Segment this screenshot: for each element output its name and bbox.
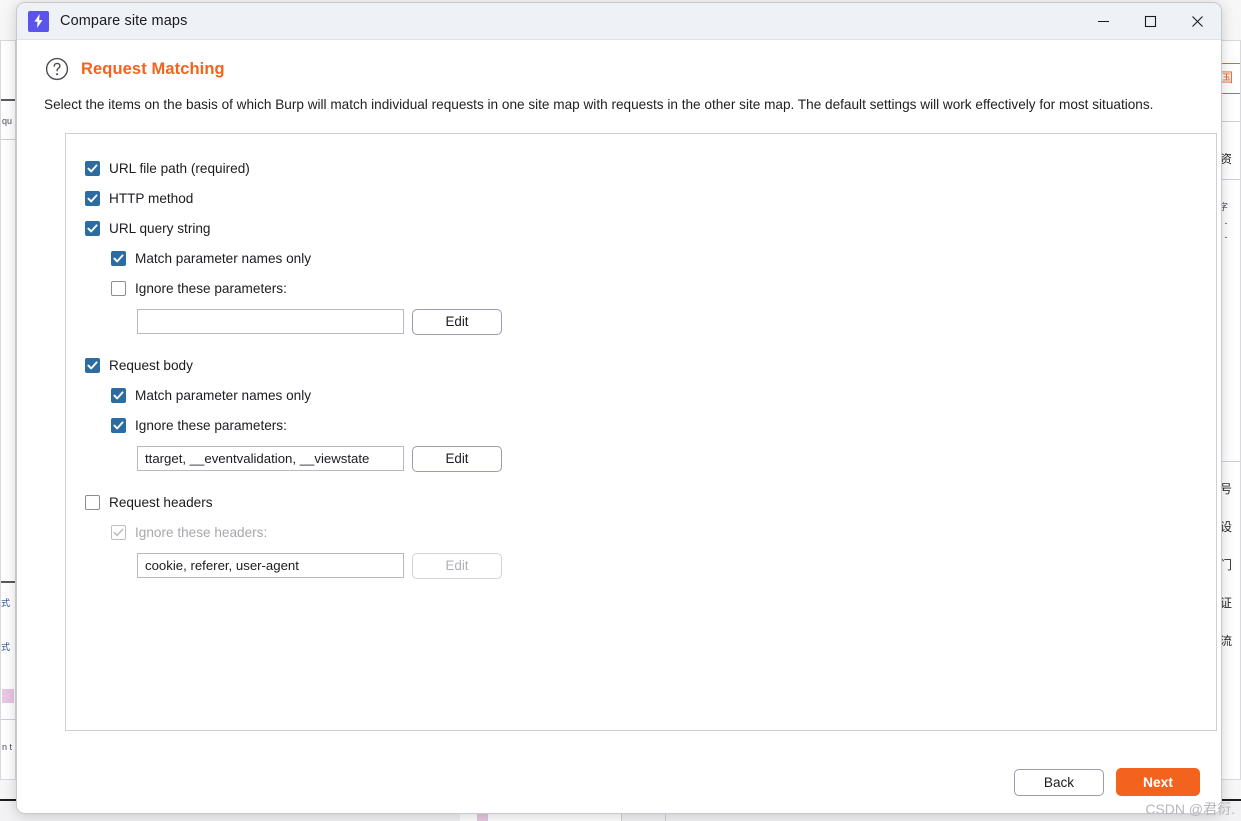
option-label-query-match-param-names: Match parameter names only	[135, 251, 312, 267]
option-row-http-method[interactable]: HTTP method	[85, 184, 1216, 214]
background-divider	[1, 581, 15, 583]
checkbox-query-ignore-params[interactable]	[111, 281, 126, 297]
option-label-request-headers: Request headers	[109, 495, 213, 511]
headers-input[interactable]	[137, 553, 404, 579]
option-label-http-method: HTTP method	[109, 191, 194, 207]
option-row-body-ignore-params[interactable]: Ignore these parameters:	[85, 411, 1216, 441]
query-params-edit-button[interactable]: Edit	[412, 308, 502, 335]
checkbox-request-headers[interactable]	[85, 495, 100, 511]
option-label-body-ignore-params: Ignore these parameters:	[135, 418, 287, 434]
headers-edit-button: Edit	[412, 552, 502, 579]
checkbox-url-query-string[interactable]	[85, 221, 100, 237]
option-label-url-query-string: URL query string	[109, 221, 211, 237]
checkbox-body-ignore-params[interactable]	[111, 418, 126, 434]
option-label-query-ignore-params: Ignore these parameters:	[135, 281, 287, 297]
dialog-title-bar: Compare site maps	[17, 3, 1221, 40]
request-matching-options-panel: URL file path (required) HTTP method URL…	[65, 132, 1217, 731]
option-row-request-headers[interactable]: Request headers	[85, 488, 1216, 518]
minimize-icon[interactable]	[1080, 3, 1127, 39]
dialog-content: Request Matching Select the items on the…	[17, 40, 1221, 813]
next-button[interactable]: Next	[1116, 768, 1200, 796]
background-highlight-row	[2, 689, 14, 703]
body-params-field-row: Edit	[85, 445, 1216, 472]
option-label-url-file-path: URL file path (required)	[109, 161, 250, 177]
question-circle-icon[interactable]	[44, 56, 70, 82]
page-title: Request Matching	[81, 59, 225, 78]
lightning-bolt-icon	[28, 10, 49, 32]
maximize-icon[interactable]	[1127, 3, 1174, 39]
background-divider	[1, 139, 15, 140]
option-row-url-file-path[interactable]: URL file path (required)	[85, 154, 1216, 184]
background-divider	[1, 719, 15, 720]
checkbox-headers-ignore	[111, 525, 126, 541]
option-label-body-match-param-names: Match parameter names only	[135, 388, 312, 404]
query-params-field-row: Edit	[85, 308, 1216, 335]
checkbox-request-body[interactable]	[85, 358, 100, 374]
option-row-headers-ignore: Ignore these headers:	[85, 518, 1216, 548]
option-row-request-body[interactable]: Request body	[85, 351, 1216, 381]
checkbox-query-match-param-names[interactable]	[111, 251, 126, 267]
body-params-edit-button[interactable]: Edit	[412, 445, 502, 472]
option-label-request-body: Request body	[109, 358, 193, 374]
close-icon[interactable]	[1174, 3, 1221, 39]
page-description: Select the items on the basis of which B…	[44, 97, 1154, 112]
body-params-input[interactable]	[137, 446, 404, 472]
dialog-footer: Back Next	[1014, 768, 1200, 796]
background-left-label: qu	[2, 116, 13, 126]
compare-site-maps-dialog: Compare site maps Request Matching Selec…	[16, 2, 1222, 814]
window-controls	[1080, 3, 1221, 39]
checkbox-url-file-path[interactable]	[85, 161, 100, 177]
page-header: Request Matching	[44, 56, 1200, 82]
checkbox-body-match-param-names[interactable]	[111, 388, 126, 404]
dialog-title: Compare site maps	[60, 13, 188, 29]
option-row-body-match-param-names[interactable]: Match parameter names only	[85, 381, 1216, 411]
option-row-query-ignore-params[interactable]: Ignore these parameters:	[85, 274, 1216, 304]
headers-field-row: Edit	[85, 552, 1216, 579]
background-glyph: 式	[1, 598, 11, 608]
back-button[interactable]: Back	[1014, 768, 1104, 796]
option-row-query-match-param-names[interactable]: Match parameter names only	[85, 244, 1216, 274]
option-row-url-query-string[interactable]: URL query string	[85, 214, 1216, 244]
query-params-input[interactable]	[137, 309, 404, 335]
option-label-headers-ignore: Ignore these headers:	[135, 525, 268, 541]
background-divider	[1, 99, 15, 101]
checkbox-http-method[interactable]	[85, 191, 100, 207]
background-left-label: n t	[2, 742, 13, 752]
background-left-panel: qu 式 式 n t	[0, 40, 16, 780]
background-glyph: 式	[1, 642, 11, 652]
